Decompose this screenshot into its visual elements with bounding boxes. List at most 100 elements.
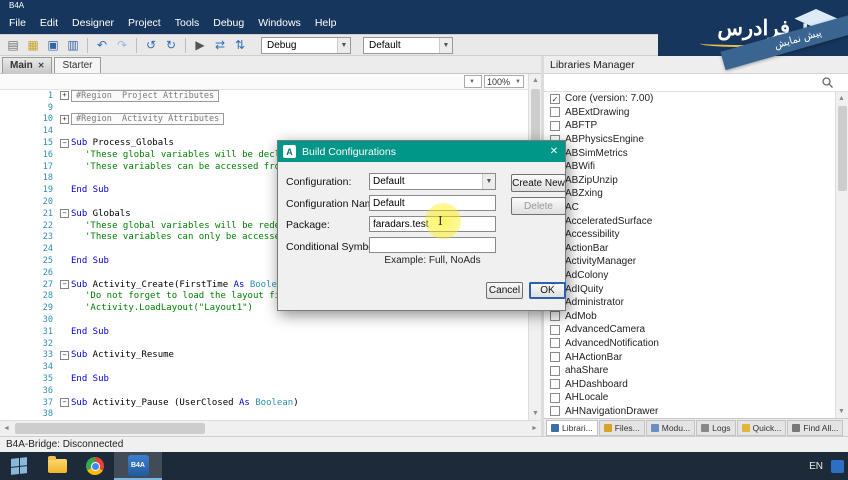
members-dropdown[interactable]: ▼ xyxy=(464,75,482,88)
fold-toggle-icon[interactable]: + xyxy=(60,91,69,101)
redo-icon[interactable]: ↷ xyxy=(113,36,131,54)
scroll-up-icon[interactable]: ▲ xyxy=(835,92,848,105)
library-item[interactable]: AC xyxy=(544,201,838,215)
fold-toggle-icon[interactable]: − xyxy=(60,280,69,290)
b4a-taskbar-button[interactable]: B4A xyxy=(114,452,162,480)
library-checkbox[interactable] xyxy=(550,352,560,363)
menu-file[interactable]: File xyxy=(2,14,33,32)
library-item[interactable]: AdIQuity xyxy=(544,282,838,296)
library-checkbox[interactable] xyxy=(550,324,560,335)
language-indicator[interactable]: EN xyxy=(809,461,823,472)
menu-edit[interactable]: Edit xyxy=(33,14,65,32)
menu-designer[interactable]: Designer xyxy=(65,14,121,32)
fold-toggle-icon[interactable]: − xyxy=(60,398,69,408)
library-item[interactable]: ahaShare xyxy=(544,364,838,378)
save-all-icon[interactable]: ▥ xyxy=(64,36,82,54)
library-item[interactable]: ABPhysicsEngine xyxy=(544,133,838,147)
search-input[interactable] xyxy=(546,75,816,90)
tab-main[interactable]: Main ✕ xyxy=(2,57,53,73)
library-checkbox[interactable] xyxy=(550,338,560,349)
open-project-icon[interactable]: ▦ xyxy=(24,36,42,54)
library-checkbox[interactable] xyxy=(550,379,560,390)
library-item[interactable]: ABSimMetrics xyxy=(544,146,838,160)
configuration-name-input[interactable] xyxy=(369,195,496,211)
library-item[interactable]: AdColony xyxy=(544,269,838,283)
library-checkbox[interactable] xyxy=(550,311,560,322)
package-input[interactable] xyxy=(369,216,496,232)
ok-button[interactable]: OK xyxy=(529,282,566,299)
navigate-forward-icon[interactable]: ↻ xyxy=(162,36,180,54)
library-item[interactable]: ABWifi xyxy=(544,160,838,174)
library-checkbox[interactable]: ✓ xyxy=(550,93,560,104)
library-item[interactable]: ABFTP xyxy=(544,119,838,133)
menu-project[interactable]: Project xyxy=(121,14,168,32)
panel-tab-findall[interactable]: Find All... xyxy=(787,419,844,436)
create-new-button[interactable]: Create New xyxy=(511,174,566,192)
panel-tab-modu[interactable]: Modu... xyxy=(645,419,696,436)
library-item[interactable]: AHDashboard xyxy=(544,377,838,391)
library-item[interactable]: ActivityManager xyxy=(544,255,838,269)
library-item[interactable]: AHLocale xyxy=(544,391,838,405)
chrome-button[interactable] xyxy=(76,452,114,480)
library-item[interactable]: Administrator xyxy=(544,296,838,310)
library-item[interactable]: AHNavigationDrawer xyxy=(544,405,838,418)
library-item[interactable]: AdvancedCamera xyxy=(544,323,838,337)
file-explorer-button[interactable] xyxy=(38,452,76,480)
scroll-right-icon[interactable]: ► xyxy=(528,422,541,435)
editor-horizontal-scrollbar[interactable]: ◄ ► xyxy=(0,420,541,436)
collapsed-region[interactable]: #Region Project Attributes xyxy=(71,90,220,102)
library-item[interactable]: ✓ Core (version: 7.00) xyxy=(544,92,838,106)
new-file-icon[interactable]: ▤ xyxy=(4,36,22,54)
scroll-left-icon[interactable]: ◄ xyxy=(0,422,13,435)
library-checkbox[interactable] xyxy=(550,365,560,376)
delete-button[interactable]: Delete xyxy=(511,197,566,215)
run-icon[interactable]: ▶ xyxy=(191,36,209,54)
scrollbar-thumb[interactable] xyxy=(838,106,847,191)
library-item[interactable]: ABZxing xyxy=(544,187,838,201)
dialog-titlebar[interactable]: A Build Configurations ✕ xyxy=(278,141,565,162)
collapsed-region[interactable]: #Region Activity Attributes xyxy=(71,113,225,126)
library-checkbox[interactable] xyxy=(550,120,560,131)
panel-tab-logs[interactable]: Logs xyxy=(696,419,736,436)
undo-icon[interactable]: ↶ xyxy=(93,36,111,54)
library-item[interactable]: AdMob xyxy=(544,310,838,324)
zoom-dropdown[interactable]: 100% ▼ xyxy=(484,75,524,88)
touch-keyboard-icon[interactable] xyxy=(831,459,844,473)
navigate-back-icon[interactable]: ↺ xyxy=(142,36,160,54)
panel-tab-librari[interactable]: Librari... xyxy=(546,419,598,436)
library-item[interactable]: AcceleratedSurface xyxy=(544,214,838,228)
conditional-symbols-input[interactable] xyxy=(369,237,496,253)
library-checkbox[interactable] xyxy=(550,392,560,403)
menu-help[interactable]: Help xyxy=(308,14,344,32)
connect-device-icon[interactable]: ⇅ xyxy=(231,36,249,54)
library-item[interactable]: AdvancedNotification xyxy=(544,337,838,351)
panel-tab-files[interactable]: Files... xyxy=(598,419,645,436)
build-config-dropdown[interactable]: Default ▼ xyxy=(363,36,453,54)
menu-tools[interactable]: Tools xyxy=(168,14,207,32)
fold-toggle-icon[interactable]: − xyxy=(60,209,69,219)
search-icon[interactable] xyxy=(821,76,834,89)
cancel-button[interactable]: Cancel xyxy=(486,282,523,299)
scroll-down-icon[interactable]: ▼ xyxy=(835,405,848,418)
configuration-dropdown[interactable]: Default ▼ xyxy=(369,173,496,190)
library-item[interactable]: Accessibility xyxy=(544,228,838,242)
tab-starter[interactable]: Starter xyxy=(54,57,101,73)
build-mode-dropdown[interactable]: Debug ▼ xyxy=(261,36,351,54)
fold-toggle-icon[interactable]: − xyxy=(60,350,69,360)
close-icon[interactable]: ✕ xyxy=(543,141,565,162)
library-item[interactable]: ABExtDrawing xyxy=(544,106,838,120)
library-item[interactable]: AHActionBar xyxy=(544,350,838,364)
scrollbar-thumb[interactable] xyxy=(15,423,205,434)
close-tab-icon[interactable]: ✕ xyxy=(38,61,45,70)
library-item[interactable]: ABZipUnzip xyxy=(544,174,838,188)
compile-icon[interactable]: ⇄ xyxy=(211,36,229,54)
fold-toggle-icon[interactable]: − xyxy=(60,138,69,148)
fold-toggle-icon[interactable]: + xyxy=(60,114,69,124)
library-checkbox[interactable] xyxy=(550,107,560,118)
panel-vertical-scrollbar[interactable]: ▲ ▼ xyxy=(835,92,848,418)
library-checkbox[interactable] xyxy=(550,406,560,417)
library-item[interactable]: ActionBar xyxy=(544,242,838,256)
menu-windows[interactable]: Windows xyxy=(251,14,308,32)
save-icon[interactable]: ▣ xyxy=(44,36,62,54)
menu-debug[interactable]: Debug xyxy=(206,14,251,32)
